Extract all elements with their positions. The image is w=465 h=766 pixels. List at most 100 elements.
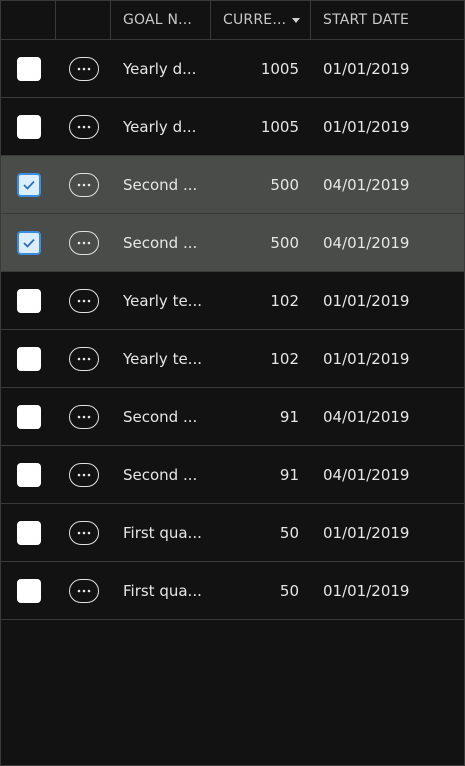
header-goal-name[interactable]: GOAL N... [111, 1, 211, 39]
more-options-button[interactable] [68, 346, 99, 371]
row-checkbox[interactable] [16, 578, 41, 603]
start-date-cell[interactable]: 04/01/2019 [311, 446, 464, 503]
start-date-cell[interactable]: 01/01/2019 [311, 98, 464, 155]
row-checkbox[interactable] [16, 114, 41, 139]
header-start-date-label: START DATE [323, 12, 410, 28]
row-checkbox[interactable] [16, 346, 41, 371]
current-cell[interactable]: 91 [211, 388, 311, 445]
start-date: 01/01/2019 [323, 291, 410, 310]
start-date-cell[interactable]: 01/01/2019 [311, 40, 464, 97]
row-actions-cell [56, 40, 111, 97]
start-date: 01/01/2019 [323, 349, 410, 368]
more-options-button[interactable] [68, 520, 99, 545]
current-value: 91 [279, 407, 299, 426]
start-date-cell[interactable]: 04/01/2019 [311, 214, 464, 271]
row-checkbox[interactable] [16, 462, 41, 487]
current-cell[interactable]: 102 [211, 330, 311, 387]
header-goal-name-label: GOAL N... [123, 12, 193, 28]
row-select-cell [1, 330, 56, 387]
header-current[interactable]: CURRE... [211, 1, 311, 39]
current-value: 102 [270, 291, 299, 310]
table-row[interactable]: Second ... 500 04/01/2019 [1, 214, 464, 272]
more-horizontal-icon [77, 183, 90, 186]
goal-name-cell[interactable]: First qua... [111, 504, 211, 561]
more-horizontal-icon [77, 299, 90, 302]
goal-name: Second ... [123, 175, 198, 194]
start-date: 01/01/2019 [323, 59, 410, 78]
table-row[interactable]: Second ... 91 04/01/2019 [1, 388, 464, 446]
row-checkbox[interactable] [16, 172, 41, 197]
grid-header: GOAL N... CURRE... START DATE [1, 1, 464, 40]
row-actions-cell [56, 272, 111, 329]
current-cell[interactable]: 1005 [211, 98, 311, 155]
row-actions-cell [56, 446, 111, 503]
goal-name-cell[interactable]: Yearly d... [111, 40, 211, 97]
more-horizontal-icon [77, 589, 90, 592]
current-cell[interactable]: 50 [211, 504, 311, 561]
checkmark-icon [22, 180, 35, 190]
start-date-cell[interactable]: 01/01/2019 [311, 272, 464, 329]
header-select-column [1, 1, 56, 39]
current-cell[interactable]: 91 [211, 446, 311, 503]
more-options-button[interactable] [68, 230, 99, 255]
more-options-button[interactable] [68, 462, 99, 487]
goal-name-cell[interactable]: Yearly te... [111, 330, 211, 387]
row-checkbox[interactable] [16, 520, 41, 545]
current-cell[interactable]: 1005 [211, 40, 311, 97]
table-row[interactable]: Yearly d... 1005 01/01/2019 [1, 98, 464, 156]
goal-name-cell[interactable]: Yearly te... [111, 272, 211, 329]
row-actions-cell [56, 98, 111, 155]
table-row[interactable]: First qua... 50 01/01/2019 [1, 504, 464, 562]
row-select-cell [1, 272, 56, 329]
row-checkbox[interactable] [16, 404, 41, 429]
table-row[interactable]: First qua... 50 01/01/2019 [1, 562, 464, 620]
more-options-button[interactable] [68, 56, 99, 81]
goal-name-cell[interactable]: Second ... [111, 388, 211, 445]
goal-name-cell[interactable]: Yearly d... [111, 98, 211, 155]
current-cell[interactable]: 102 [211, 272, 311, 329]
current-cell[interactable]: 50 [211, 562, 311, 619]
start-date-cell[interactable]: 04/01/2019 [311, 388, 464, 445]
more-options-button[interactable] [68, 578, 99, 603]
more-options-button[interactable] [68, 172, 99, 197]
more-horizontal-icon [77, 473, 90, 476]
row-checkbox[interactable] [16, 230, 41, 255]
goal-name-cell[interactable]: Second ... [111, 214, 211, 271]
current-value: 91 [279, 465, 299, 484]
more-options-button[interactable] [68, 114, 99, 139]
header-start-date[interactable]: START DATE [311, 1, 464, 39]
start-date-cell[interactable]: 01/01/2019 [311, 562, 464, 619]
goal-name: Yearly te... [123, 291, 202, 310]
current-cell[interactable]: 500 [211, 214, 311, 271]
current-cell[interactable]: 500 [211, 156, 311, 213]
row-select-cell [1, 562, 56, 619]
sort-descending-icon[interactable] [292, 17, 301, 23]
table-row[interactable]: Yearly te... 102 01/01/2019 [1, 330, 464, 388]
row-select-cell [1, 504, 56, 561]
current-value: 500 [270, 175, 299, 194]
table-row[interactable]: Second ... 500 04/01/2019 [1, 156, 464, 214]
row-actions-cell [56, 214, 111, 271]
goal-name-cell[interactable]: Second ... [111, 446, 211, 503]
goal-name-cell[interactable]: First qua... [111, 562, 211, 619]
table-row[interactable]: Yearly te... 102 01/01/2019 [1, 272, 464, 330]
table-row[interactable]: Second ... 91 04/01/2019 [1, 446, 464, 504]
start-date: 04/01/2019 [323, 175, 410, 194]
goal-name: Yearly te... [123, 349, 202, 368]
start-date-cell[interactable]: 01/01/2019 [311, 330, 464, 387]
start-date-cell[interactable]: 01/01/2019 [311, 504, 464, 561]
row-actions-cell [56, 156, 111, 213]
more-horizontal-icon [77, 241, 90, 244]
more-horizontal-icon [77, 415, 90, 418]
start-date-cell[interactable]: 04/01/2019 [311, 156, 464, 213]
goal-name-cell[interactable]: Second ... [111, 156, 211, 213]
goal-name: Second ... [123, 465, 198, 484]
more-options-button[interactable] [68, 288, 99, 313]
row-checkbox[interactable] [16, 288, 41, 313]
goal-name: Second ... [123, 233, 198, 252]
row-checkbox[interactable] [16, 56, 41, 81]
header-actions-column [56, 1, 111, 39]
more-options-button[interactable] [68, 404, 99, 429]
table-row[interactable]: Yearly d... 1005 01/01/2019 [1, 40, 464, 98]
start-date: 04/01/2019 [323, 233, 410, 252]
